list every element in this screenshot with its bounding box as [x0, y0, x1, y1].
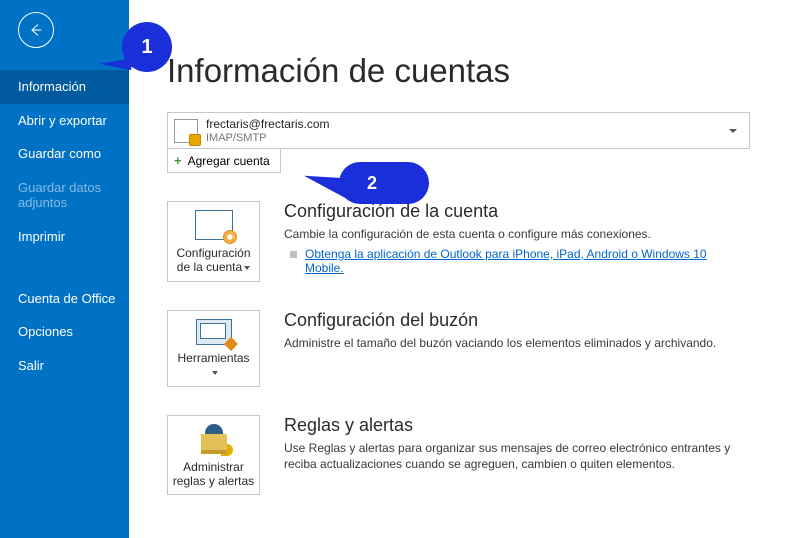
account-selector[interactable]: frectaris@frectaris.com IMAP/SMTP	[167, 112, 750, 149]
tile-configuracion-cuenta[interactable]: Configuración de la cuenta	[167, 201, 260, 282]
sidebar-item-abrir-exportar[interactable]: Abrir y exportar	[0, 104, 129, 138]
chevron-down-icon	[729, 129, 737, 133]
section-desc: Administre el tamaño del buzón vaciando …	[284, 335, 716, 352]
section-title: Configuración de la cuenta	[284, 201, 744, 222]
section-rules-alerts: Administrar reglas y alertas Reglas y al…	[167, 415, 810, 496]
section-desc: Use Reglas y alertas para organizar sus …	[284, 440, 744, 474]
annotation-callout-1: 1	[122, 22, 172, 72]
account-type: IMAP/SMTP	[206, 132, 729, 144]
bullet-icon	[290, 251, 297, 258]
account-email: frectaris@frectaris.com	[206, 117, 729, 131]
section-account-settings: Configuración de la cuenta Configuración…	[167, 201, 810, 282]
account-icon	[174, 119, 198, 143]
add-account-button[interactable]: + Agregar cuenta	[167, 149, 281, 173]
back-button[interactable]	[18, 12, 54, 48]
sidebar-item-salir[interactable]: Salir	[0, 349, 129, 383]
page-title: Información de cuentas	[167, 52, 810, 90]
back-arrow-icon	[28, 22, 44, 38]
tile-reglas-alertas[interactable]: Administrar reglas y alertas	[167, 415, 260, 496]
section-desc: Cambie la configuración de esta cuenta o…	[284, 226, 744, 243]
section-mailbox-settings: Herramientas Configuración del buzón Adm…	[167, 310, 810, 387]
main-panel: Información de cuentas frectaris@frectar…	[129, 0, 810, 538]
caret-down-icon	[244, 266, 250, 270]
tile-herramientas[interactable]: Herramientas	[167, 310, 260, 387]
plus-icon: +	[174, 153, 182, 168]
sidebar-item-informacion[interactable]: Información	[0, 70, 129, 104]
annotation-callout-2: 2	[339, 162, 429, 204]
rules-icon	[197, 424, 231, 454]
add-account-label: Agregar cuenta	[188, 154, 270, 168]
bell-icon	[221, 444, 233, 456]
outlook-mobile-link[interactable]: Obtenga la aplicación de Outlook para iP…	[305, 247, 744, 275]
account-text: frectaris@frectaris.com IMAP/SMTP	[206, 117, 729, 144]
tile-label: Configuración de la cuenta	[172, 246, 255, 275]
tools-icon	[196, 319, 232, 345]
tile-label: Administrar reglas y alertas	[172, 460, 255, 489]
sidebar-item-opciones[interactable]: Opciones	[0, 315, 129, 349]
caret-down-icon	[212, 371, 218, 375]
tile-label: Herramientas	[172, 351, 255, 380]
section-title: Reglas y alertas	[284, 415, 744, 436]
sidebar-item-guardar-como[interactable]: Guardar como	[0, 137, 129, 171]
account-settings-icon	[195, 210, 233, 240]
sidebar-item-guardar-datos-adjuntos: Guardar datos adjuntos	[0, 171, 129, 220]
backstage-sidebar: Información Abrir y exportar Guardar com…	[0, 0, 129, 538]
sidebar-item-imprimir[interactable]: Imprimir	[0, 220, 129, 254]
sidebar-item-cuenta-office[interactable]: Cuenta de Office	[0, 282, 129, 316]
section-title: Configuración del buzón	[284, 310, 716, 331]
